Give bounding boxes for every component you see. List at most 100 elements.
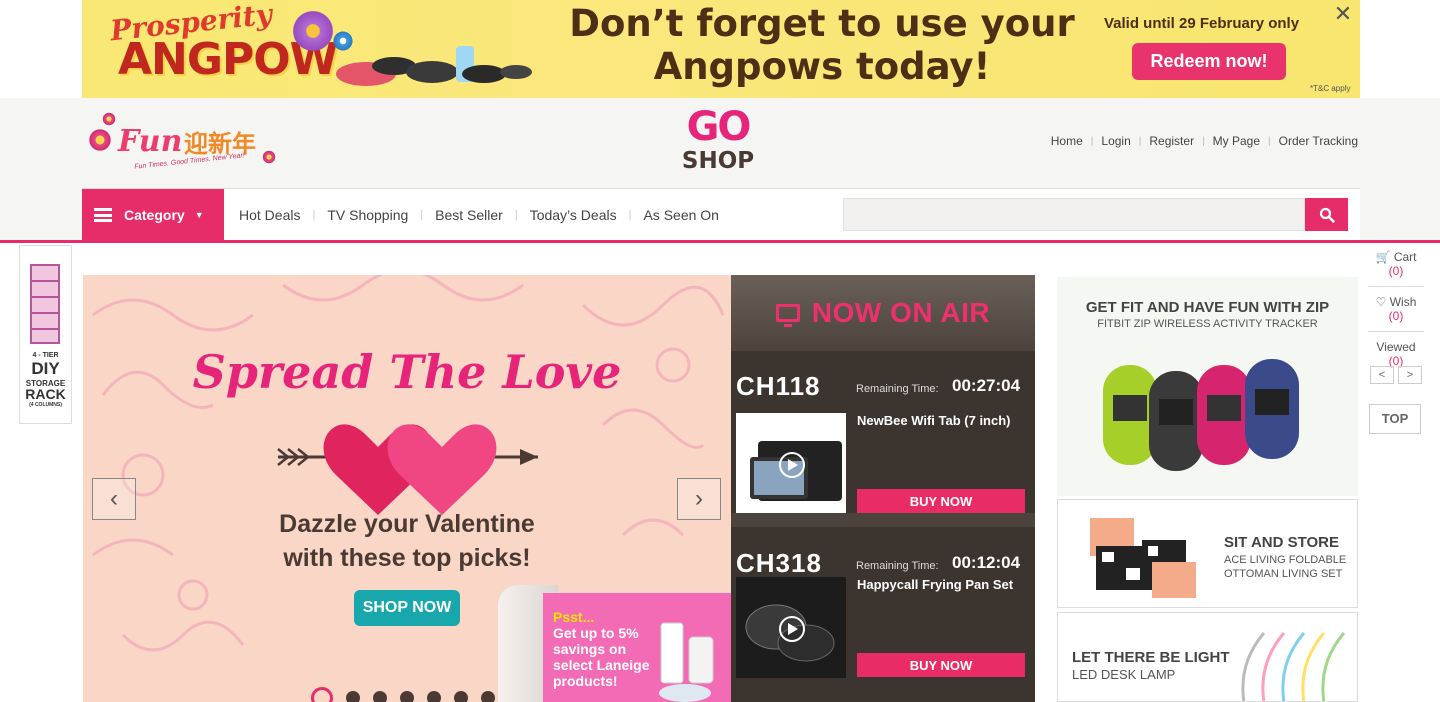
- login-link[interactable]: Login: [1101, 134, 1130, 148]
- hero-carousel[interactable]: Spread The Love Dazzle your Valentine wi…: [83, 275, 731, 702]
- cart-icon: 🛒: [1375, 250, 1391, 264]
- nav-best-seller[interactable]: Best Seller: [435, 207, 503, 223]
- carousel-dot[interactable]: [346, 691, 360, 702]
- product-name[interactable]: NewBee Wifi Tab (7 inch): [857, 413, 1032, 428]
- remaining-time: 00:27:04: [952, 376, 1021, 395]
- divider: |: [628, 209, 632, 221]
- wish-label: Wish: [1389, 295, 1417, 309]
- fitbit-trackers-image: [1103, 359, 1299, 471]
- promo-headline-line: Angpows today!: [653, 45, 991, 88]
- channel-block: CH318 Remaining Time: 00:12:04 Happycall…: [731, 540, 1035, 702]
- fun-logo[interactable]: Fun 迎新年 Fun Times. Good Times. New Year!: [88, 106, 288, 182]
- divider: |: [1202, 135, 1205, 147]
- side-product-ad[interactable]: 4 - TIER DIY STORAGE RACK (4 COLUMNS): [19, 245, 72, 424]
- nav-as-seen-on[interactable]: As Seen On: [643, 207, 719, 223]
- promo-card-heading: GET FIT AND HAVE FUN WITH ZIP: [1085, 299, 1330, 316]
- tv-icon: [775, 304, 800, 327]
- menu-icon: [94, 208, 112, 222]
- channel-divider: [731, 513, 1035, 527]
- right-sidebar: 🛒 Cart (0) ♡ Wish (0) Viewed (0) < > TOP: [1368, 250, 1424, 434]
- divider: |: [1268, 135, 1271, 147]
- cart-widget[interactable]: 🛒 Cart (0): [1368, 250, 1424, 287]
- promo-card-lamp[interactable]: LET THERE BE LIGHT LED DESK LAMP: [1057, 612, 1358, 702]
- goshop-logo[interactable]: GO SHOP: [678, 106, 758, 182]
- promo-card-heading: LET THERE BE LIGHT: [1072, 649, 1230, 666]
- divider: |: [1090, 135, 1094, 147]
- carousel-next-button[interactable]: ›: [677, 478, 721, 520]
- shop-now-button[interactable]: SHOP NOW: [354, 590, 460, 626]
- side-ad-line: 4 - TIER: [32, 352, 59, 359]
- carousel-dot[interactable]: [454, 691, 468, 702]
- promo-card-sub: LED DESK LAMP: [1072, 667, 1176, 682]
- channel-name: CH118: [736, 371, 821, 401]
- promo-card-ottoman[interactable]: SIT AND STORE ACE LIVING FOLDABLE OTTOMA…: [1057, 499, 1358, 608]
- promo-tnc: *T&C apply: [1310, 84, 1351, 93]
- ottoman-image: [1090, 518, 1196, 598]
- viewed-next-button[interactable]: >: [1398, 366, 1422, 384]
- side-ad-line: DIY: [31, 359, 60, 378]
- heart-icon: ♡: [1375, 295, 1387, 309]
- side-ad-line: (4 COLUMNS): [29, 402, 62, 408]
- carousel-dot[interactable]: [400, 691, 414, 702]
- cookware-image: [336, 46, 532, 86]
- now-on-air-panel: NOW ON AIR CH118 Remaining Time: 00:27:0…: [731, 275, 1035, 702]
- search-button[interactable]: [1305, 198, 1348, 231]
- divider: |: [514, 209, 518, 221]
- hero-subtitle-line: with these top picks!: [283, 544, 531, 572]
- storage-rack-image: [30, 264, 60, 344]
- goshop-logo-go: GO: [686, 104, 752, 150]
- laneige-products-image: [659, 622, 714, 702]
- top-links: Home | Login | Register | My Page | Order Tr…: [1051, 134, 1358, 148]
- category-menu-button[interactable]: Category ▼: [82, 189, 224, 241]
- back-to-top-button[interactable]: TOP: [1369, 404, 1421, 434]
- promo-card-sub: FITBIT ZIP WIRELESS ACTIVITY TRACKER: [1097, 318, 1318, 330]
- carousel-dot[interactable]: [481, 691, 495, 702]
- flower-icon: [88, 128, 112, 152]
- close-icon[interactable]: ✕: [1332, 3, 1354, 25]
- order-tracking-link[interactable]: Order Tracking: [1279, 134, 1358, 148]
- promo-card-sub: ACE LIVING FOLDABLE OTTOMAN LIVING SET: [1224, 554, 1347, 580]
- promo-headline-line: Don’t forget to use your: [569, 2, 1075, 45]
- carousel-prev-button[interactable]: ‹: [92, 478, 136, 520]
- remaining-time: 00:12:04: [952, 553, 1021, 572]
- now-on-air-title: NOW ON AIR: [811, 297, 991, 328]
- carousel-dots: [311, 687, 495, 702]
- divider: |: [1138, 135, 1142, 147]
- viewed-pager: < >: [1368, 366, 1424, 384]
- promo-banner[interactable]: Prosperity ANGPOW Don’t forget to use yo…: [82, 0, 1360, 98]
- nav-links: Hot Deals | TV Shopping | Best Seller | Tod…: [239, 189, 719, 241]
- buy-now-button[interactable]: BUY NOW: [857, 489, 1025, 513]
- wish-widget[interactable]: ♡ Wish (0): [1368, 295, 1424, 332]
- buy-now-button[interactable]: BUY NOW: [857, 653, 1025, 677]
- channel-name: CH318: [736, 548, 822, 578]
- main-navbar: Category ▼ Hot Deals | TV Shopping | Best …: [82, 188, 1360, 241]
- carousel-dot[interactable]: [427, 691, 441, 702]
- product-name[interactable]: Happycall Frying Pan Set: [857, 577, 1032, 592]
- home-link[interactable]: Home: [1051, 134, 1083, 148]
- nav-hot-deals[interactable]: Hot Deals: [239, 207, 300, 223]
- nav-todays-deals[interactable]: Today’s Deals: [530, 207, 617, 223]
- chevron-down-icon: ▼: [194, 210, 204, 220]
- promo-card-fitbit[interactable]: GET FIT AND HAVE FUN WITH ZIP FITBIT ZIP…: [1057, 277, 1358, 496]
- search-input[interactable]: [843, 198, 1305, 231]
- viewed-prev-button[interactable]: <: [1370, 366, 1394, 384]
- carousel-dot[interactable]: [373, 691, 387, 702]
- my-page-link[interactable]: My Page: [1213, 134, 1260, 148]
- viewed-label: Viewed: [1376, 340, 1416, 354]
- cart-label: Cart: [1393, 250, 1417, 264]
- promo-valid-text: Valid until 29 February only: [1104, 15, 1300, 32]
- flower-icon: [290, 8, 336, 54]
- product-thumbnail[interactable]: [736, 577, 846, 678]
- carousel-dot[interactable]: [311, 687, 333, 702]
- cart-count: (0): [1388, 264, 1404, 278]
- channel-block: CH118 Remaining Time: 00:27:04 NewBee Wi…: [731, 363, 1035, 533]
- psst-body: Get up to 5% savings on select Laneige p…: [553, 625, 650, 689]
- side-ad-line: RACK: [25, 386, 66, 402]
- category-label: Category: [124, 207, 185, 223]
- fun-logo-text: Fun: [118, 124, 183, 159]
- register-link[interactable]: Register: [1149, 134, 1194, 148]
- product-thumbnail[interactable]: [736, 413, 846, 514]
- viewed-widget[interactable]: Viewed (0) < >: [1368, 340, 1424, 392]
- nav-tv-shopping[interactable]: TV Shopping: [327, 207, 408, 223]
- redeem-button[interactable]: Redeem now!: [1132, 43, 1286, 80]
